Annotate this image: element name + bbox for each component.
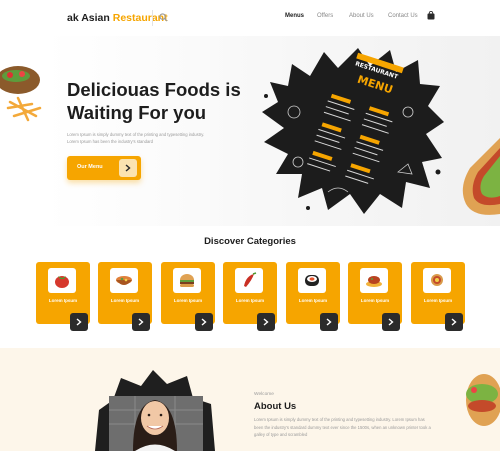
hero-description: Lorem Ipsum is simply dummy text of the … [67, 132, 205, 144]
restaurant-menu-board-image: RESTAURANT MENU [262, 48, 444, 214]
category-card[interactable]: Lorem Ipsum [98, 262, 152, 331]
hero-title: Deliciouas Foods is Waiting For you [67, 79, 241, 123]
category-label: Lorem Ipsum [235, 298, 265, 303]
category-arrow-button[interactable] [257, 313, 275, 331]
header-divider [152, 10, 153, 26]
about-title: About Us [254, 401, 297, 412]
chevron-right-icon [326, 318, 332, 326]
category-thumb [298, 268, 326, 293]
category-thumb [173, 268, 201, 293]
category-label: Lorem Ipsum [423, 298, 453, 303]
soup-bowl-icon [116, 276, 132, 285]
chevron-right-icon [263, 318, 269, 326]
header: ak Asian Restaurant Menus Offers About U… [0, 0, 500, 36]
about-text: Lorem Ipsum is simply dummy text of the … [254, 417, 431, 437]
our-menu-button[interactable]: Our Menu [67, 156, 141, 180]
chili-icon [244, 272, 257, 287]
chef-portrait-image [95, 370, 215, 451]
sandwich-icon [431, 274, 443, 286]
about-kicker: Welcome [254, 392, 274, 397]
nav-contact-us[interactable]: Contact Us [388, 13, 418, 19]
nav-menus[interactable]: Menus [285, 13, 304, 19]
burger-icon [180, 274, 194, 287]
category-thumb [360, 268, 388, 293]
category-label: Lorem Ipsum [173, 298, 203, 303]
discover-categories-title: Discover Categories [204, 236, 296, 247]
chevron-right-icon [451, 318, 457, 326]
food-plate-image [0, 66, 42, 122]
category-thumb [48, 268, 76, 293]
category-card[interactable]: Lorem Ipsum [411, 262, 465, 331]
category-thumb [423, 268, 451, 293]
search-icon[interactable] [159, 13, 168, 22]
category-label: Lorem Ipsum [298, 298, 328, 303]
category-thumb [235, 268, 263, 293]
salad-sandwich-image [466, 374, 500, 426]
category-thumb [110, 268, 138, 293]
category-card[interactable]: Lorem Ipsum [161, 262, 215, 331]
category-card[interactable]: Lorem Ipsum [286, 262, 340, 331]
category-arrow-button[interactable] [320, 313, 338, 331]
nav-offers[interactable]: Offers [317, 13, 333, 19]
category-arrow-button[interactable] [445, 313, 463, 331]
category-label: Lorem Ipsum [360, 298, 390, 303]
chevron-right-icon [388, 318, 394, 326]
category-label: Lorem Ipsum [48, 298, 78, 303]
chevron-right-icon [201, 318, 207, 326]
strawberry-icon [55, 276, 69, 288]
our-menu-button-label: Our Menu [77, 164, 103, 170]
nav-about-us[interactable]: About Us [349, 13, 374, 19]
chevron-right-icon [119, 159, 137, 177]
category-label: Lorem Ipsum [110, 298, 140, 303]
category-card[interactable]: Lorem Ipsum [36, 262, 90, 331]
page: ak Asian Restaurant Menus Offers About U… [0, 0, 500, 451]
shopping-bag-icon[interactable] [427, 11, 435, 20]
category-arrow-button[interactable] [70, 313, 88, 331]
category-card[interactable]: Lorem Ipsum [348, 262, 402, 331]
bbq-icon [366, 276, 382, 287]
chevron-right-icon [76, 318, 82, 326]
chevron-right-icon [138, 318, 144, 326]
category-arrow-button[interactable] [132, 313, 150, 331]
category-arrow-button[interactable] [195, 313, 213, 331]
sushi-icon [305, 275, 319, 286]
category-arrow-button[interactable] [382, 313, 400, 331]
sandwich-image [462, 138, 500, 215]
category-card[interactable]: Lorem Ipsum [223, 262, 277, 331]
